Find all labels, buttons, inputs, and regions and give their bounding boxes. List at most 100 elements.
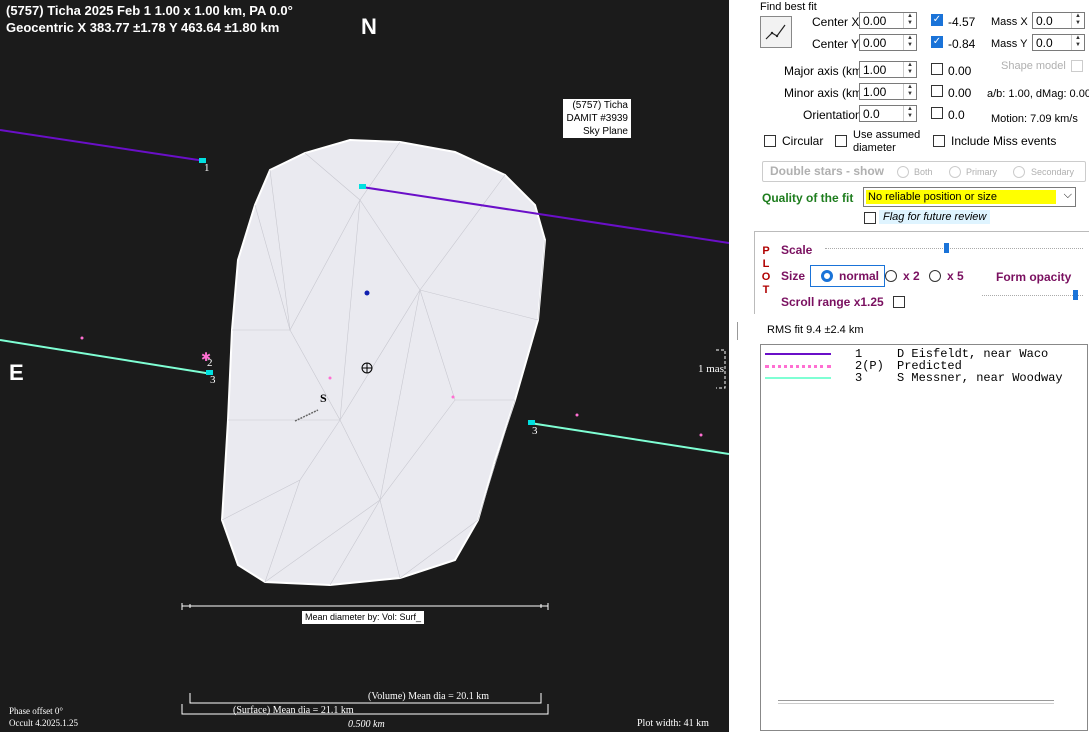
major-axis-fit-value: 0.00 bbox=[948, 64, 972, 78]
minor-axis-fit-checkbox[interactable] bbox=[931, 85, 943, 97]
mean-diameter-box[interactable]: Mean diameter by: Vol: Surf_ bbox=[302, 611, 425, 624]
center-y-fit-value: -0.84 bbox=[948, 37, 976, 51]
scale-slider-thumb[interactable] bbox=[943, 243, 949, 253]
chord-3-label-west: 3 bbox=[210, 374, 216, 386]
legend-row[interactable]: 3 S Messner, near Woodway bbox=[761, 371, 1087, 385]
orientation-fit-value: 0.0 bbox=[948, 108, 965, 122]
chord-3-line bbox=[0, 339, 213, 375]
major-axis-fit-checkbox[interactable] bbox=[931, 63, 943, 75]
legend-line-swatch bbox=[765, 365, 831, 368]
legend-scroll-indicator[interactable] bbox=[778, 700, 1054, 704]
chord-legend-list[interactable]: 1D Eisfeldt, near Waco 2(P) Predicted 3 S Me… bbox=[760, 344, 1088, 731]
legend-line-swatch bbox=[765, 377, 831, 379]
flag-review-label: Flag for future review bbox=[879, 210, 991, 224]
scale-slider[interactable] bbox=[825, 243, 1083, 257]
plot-group-letters: P L O T bbox=[761, 245, 771, 297]
find-best-fit-label: Find best fit bbox=[760, 1, 817, 13]
center-x-fit-checkbox[interactable]: ✓ bbox=[931, 14, 943, 26]
chord-2-label: 2 bbox=[207, 357, 213, 369]
minor-axis-value: 1.00 bbox=[863, 85, 887, 99]
center-y-fit-checkbox[interactable]: ✓ bbox=[931, 36, 943, 48]
center-x-label: Center X bbox=[812, 15, 860, 29]
occultation-plot[interactable]: ✱ (5757) Ticha 2025 Feb 1 1.00 x 1.00 km… bbox=[0, 0, 729, 732]
plot-letter-l: L bbox=[762, 258, 770, 270]
mass-y-spinner[interactable]: ▲ ▼ bbox=[1071, 35, 1084, 50]
one-mas-label: 1 mas bbox=[698, 363, 724, 375]
surface-mean-dia: (Surface) Mean dia = 21.1 km bbox=[233, 705, 354, 716]
chord-1-label: 1 bbox=[204, 162, 210, 174]
rms-fit-label: RMS fit 9.4 ±2.4 km bbox=[767, 324, 864, 336]
ab-dmag-text: a/b: 1.00, dMag: 0.00 bbox=[987, 88, 1089, 100]
size-x5-label: x 5 bbox=[947, 269, 964, 283]
orientation-fit-checkbox[interactable] bbox=[931, 107, 943, 119]
scroll-range-label: Scroll range x1.25 bbox=[781, 295, 884, 309]
secondary-label: Secondary bbox=[1031, 167, 1075, 177]
motion-text: Motion: 7.09 km/s bbox=[991, 113, 1078, 125]
use-assumed-label-2: diameter bbox=[853, 142, 896, 154]
use-assumed-diameter-checkbox[interactable] bbox=[835, 135, 847, 147]
scale-bar-label: 0.500 km bbox=[348, 719, 385, 730]
quality-select[interactable]: No reliable position or size ⌵ bbox=[863, 187, 1076, 207]
chevron-down-icon: ⌵ bbox=[1063, 189, 1072, 201]
center-y-label: Center Y bbox=[812, 37, 860, 51]
scale-label: Scale bbox=[781, 243, 813, 257]
shape-model-label: Shape model bbox=[1001, 60, 1066, 72]
north-label: N bbox=[361, 14, 377, 39]
size-x5-radio[interactable] bbox=[929, 270, 941, 282]
size-x2-label: x 2 bbox=[903, 269, 920, 283]
plot-letter-p: P bbox=[762, 245, 770, 257]
flag-review-checkbox[interactable] bbox=[864, 212, 876, 224]
orientation-spinner[interactable]: ▲ ▼ bbox=[903, 106, 916, 121]
major-axis-spinner[interactable]: ▲ ▼ bbox=[903, 62, 916, 77]
major-axis-label: Major axis (km) bbox=[784, 64, 867, 78]
find-best-fit-button[interactable] bbox=[760, 16, 792, 48]
include-miss-checkbox[interactable] bbox=[933, 135, 945, 147]
model-label-damit: DAMIT #3939 bbox=[563, 112, 631, 125]
center-y-input[interactable]: 0.00 ▲ ▼ bbox=[859, 34, 917, 51]
form-opacity-slider-thumb[interactable] bbox=[1073, 290, 1079, 300]
model-label-plane: Sky Plane bbox=[563, 125, 631, 138]
plot-width-label: Plot width: 41 km bbox=[637, 718, 709, 729]
circular-label: Circular bbox=[782, 134, 824, 148]
both-radio[interactable] bbox=[897, 166, 909, 178]
chart-fit-icon bbox=[765, 24, 786, 40]
major-axis-value: 1.00 bbox=[863, 63, 887, 77]
legend-number: 3 bbox=[855, 371, 863, 385]
minor-axis-label: Minor axis (km) bbox=[784, 86, 867, 100]
center-y-spinner[interactable]: ▲ ▼ bbox=[903, 35, 916, 50]
version-label: Occult 4.2025.1.25 bbox=[9, 718, 78, 728]
orientation-value: 0.0 bbox=[863, 107, 880, 121]
mass-x-input[interactable]: 0.0 ▲ ▼ bbox=[1032, 12, 1085, 29]
minor-axis-input[interactable]: 1.00 ▲ ▼ bbox=[859, 83, 917, 100]
both-label: Both bbox=[914, 167, 933, 177]
minor-axis-fit-value: 0.00 bbox=[948, 86, 972, 100]
circular-checkbox[interactable] bbox=[764, 135, 776, 147]
mass-x-spinner[interactable]: ▲ ▼ bbox=[1071, 13, 1084, 28]
scroll-range-checkbox[interactable] bbox=[893, 296, 905, 308]
orientation-label: Orientation bbox=[803, 108, 862, 122]
plot-title-line1: (5757) Ticha 2025 Feb 1 1.00 x 1.00 km, … bbox=[6, 3, 293, 18]
legend-line-swatch bbox=[765, 353, 831, 355]
size-x2-radio[interactable] bbox=[885, 270, 897, 282]
size-label: Size bbox=[781, 269, 806, 283]
major-axis-input[interactable]: 1.00 ▲ ▼ bbox=[859, 61, 917, 78]
form-opacity-slider[interactable] bbox=[982, 290, 1083, 304]
center-x-input[interactable]: 0.00 ▲ ▼ bbox=[859, 12, 917, 29]
control-panel: Find best fit Center X 0.00 ▲ ▼ ✓ -4.57 Ma… bbox=[729, 0, 1089, 732]
orientation-input[interactable]: 0.0 ▲ ▼ bbox=[859, 105, 917, 122]
center-x-fit-value: -4.57 bbox=[948, 15, 976, 29]
center-x-spinner[interactable]: ▲ ▼ bbox=[903, 13, 916, 28]
size-normal-radio[interactable] bbox=[821, 270, 833, 282]
form-opacity-label: Form opacity bbox=[996, 270, 1072, 284]
plot-letter-t: T bbox=[762, 284, 770, 296]
chord-3-line-east bbox=[529, 422, 729, 455]
model-label-name: (5757) Ticha bbox=[563, 99, 631, 112]
minor-axis-spinner[interactable]: ▲ ▼ bbox=[903, 84, 916, 99]
shape-model-checkbox[interactable] bbox=[1071, 60, 1083, 72]
chord-1-marker-east bbox=[359, 184, 366, 189]
primary-radio[interactable] bbox=[949, 166, 961, 178]
center-y-value: 0.00 bbox=[863, 36, 887, 50]
mass-y-input[interactable]: 0.0 ▲ ▼ bbox=[1032, 34, 1085, 51]
secondary-radio[interactable] bbox=[1013, 166, 1025, 178]
volume-mean-dia: (Volume) Mean dia = 20.1 km bbox=[368, 691, 489, 702]
